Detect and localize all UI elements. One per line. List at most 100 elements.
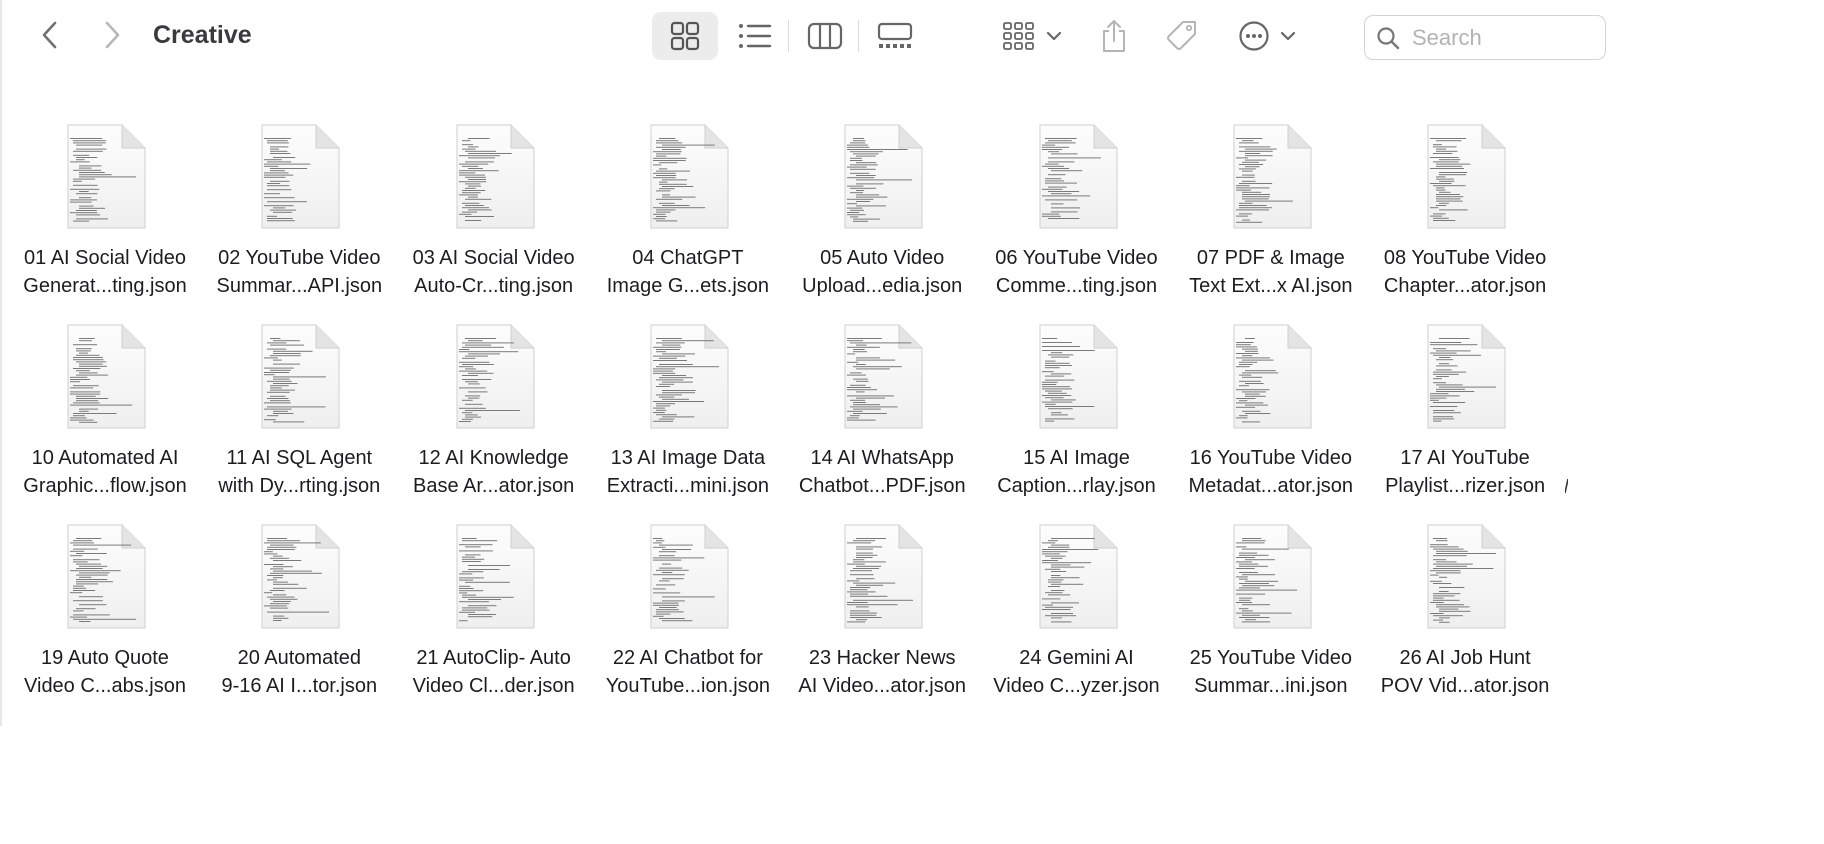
file-item[interactable]: 06 YouTube Video Comme...ting.json [980,122,1174,312]
tag-button[interactable] [1158,12,1206,60]
search-field[interactable] [1364,15,1606,60]
file-thumbnail[interactable] [649,124,729,230]
group-icon [1003,22,1034,50]
file-thumbnail[interactable] [1426,324,1506,430]
file-name[interactable]: 04 ChatGPT Image G...ets.json [591,244,785,300]
grid-icon [670,21,700,51]
file-name[interactable]: 16 YouTube Video Metadat...ator.json [1174,444,1368,500]
column-view-button[interactable] [792,12,858,60]
file-name[interactable]: 19 Auto Quote Video C...abs.json [8,644,202,700]
gallery-view-button[interactable] [862,12,928,60]
file-item[interactable]: 10 Automated AI Graphic...flow.json [8,322,202,512]
json-file-icon [456,524,535,629]
file-name-line: Base Ar...ator.json [412,475,575,497]
file-thumbnail[interactable] [260,124,340,230]
file-item[interactable]: 01 AI Social Video Generat...ting.json [8,122,202,312]
file-name[interactable]: 12 AI Knowledge Base Ar...ator.json [397,444,591,500]
file-thumbnail[interactable] [843,524,923,630]
file-name-line: 17 AI YouTube [1400,447,1530,469]
chevron-down-icon [1046,31,1062,41]
back-button[interactable] [30,14,70,56]
file-item[interactable]: 08 YouTube Video Chapter...ator.json [1368,122,1562,312]
file-name-line: Text Ext...x AI.json [1189,275,1353,297]
file-thumbnail[interactable] [455,524,535,630]
file-name[interactable]: 22 AI Chatbot for YouTube...ion.json [591,644,785,700]
file-thumbnail[interactable] [1232,124,1312,230]
file-thumbnail[interactable] [260,324,340,430]
file-item[interactable]: 15 AI Image Caption...rlay.json [980,322,1174,512]
file-thumbnail[interactable] [1232,324,1312,430]
forward-button[interactable] [92,14,132,56]
file-name[interactable]: 26 AI Job Hunt POV Vid...ator.json [1368,644,1562,700]
list-view-button[interactable] [722,12,788,60]
file-item[interactable]: 11 AI SQL Agent with Dy...rting.json [202,322,396,512]
file-name-line: 21 AutoClip- Auto [416,647,571,669]
file-item[interactable]: 23 Hacker News AI Video...ator.json [785,522,979,712]
file-item[interactable]: 04 ChatGPT Image G...ets.json [591,122,785,312]
file-item[interactable]: 05 Auto Video Upload...edia.json [785,122,979,312]
file-thumbnail[interactable] [1232,524,1312,630]
file-thumbnail[interactable] [1038,124,1118,230]
file-name[interactable]: 06 YouTube Video Comme...ting.json [980,244,1174,300]
file-item[interactable]: 17 AI YouTube Playlist...rizer.json [1368,322,1562,512]
file-name[interactable]: 10 Automated AI Graphic...flow.json [8,444,202,500]
file-item[interactable]: 26 AI Job Hunt POV Vid...ator.json [1368,522,1562,712]
file-name[interactable]: 11 AI SQL Agent with Dy...rting.json [202,444,396,500]
file-name[interactable]: 25 YouTube Video Summar...ini.json [1174,644,1368,700]
file-name-line: Video C...yzer.json [993,675,1160,697]
file-thumbnail[interactable] [260,524,340,630]
file-name[interactable]: 20 Automated 9-16 AI I...tor.json [202,644,396,700]
file-thumbnail[interactable] [1038,324,1118,430]
file-name[interactable]: 08 YouTube Video Chapter...ator.json [1368,244,1562,300]
file-item[interactable]: 21 AutoClip- Auto Video Cl...der.json [397,522,591,712]
search-input[interactable] [1412,24,1592,51]
file-item[interactable]: 12 AI Knowledge Base Ar...ator.json [397,322,591,512]
file-name-line: 19 Auto Quote [41,647,169,669]
file-name[interactable]: 05 Auto Video Upload...edia.json [785,244,979,300]
file-name[interactable]: 01 AI Social Video Generat...ting.json [8,244,202,300]
file-name[interactable]: 02 YouTube Video Summar...API.json [202,244,396,300]
file-name[interactable]: 21 AutoClip- Auto Video Cl...der.json [397,644,591,700]
file-thumbnail[interactable] [66,124,146,230]
file-thumbnail[interactable] [843,324,923,430]
file-thumbnail[interactable] [649,524,729,630]
json-file-icon [456,324,535,429]
share-button[interactable] [1092,12,1136,60]
file-thumbnail[interactable] [455,124,535,230]
file-item[interactable]: 24 Gemini AI Video C...yzer.json [980,522,1174,712]
file-item[interactable]: 20 Automated 9-16 AI I...tor.json [202,522,396,712]
file-thumbnail[interactable] [66,324,146,430]
file-name[interactable]: 07 PDF & Image Text Ext...x AI.json [1174,244,1368,300]
json-file-icon [844,524,923,629]
file-name[interactable]: 15 AI Image Caption...rlay.json [980,444,1174,500]
file-thumbnail[interactable] [1426,524,1506,630]
file-name[interactable]: 23 Hacker News AI Video...ator.json [785,644,979,700]
group-button[interactable] [996,12,1068,60]
file-item[interactable]: 13 AI Image Data Extracti...mini.json [591,322,785,512]
file-thumbnail[interactable] [455,324,535,430]
file-item[interactable]: 14 AI WhatsApp Chatbot...PDF.json [785,322,979,512]
file-name-line: with Dy...rting.json [218,475,381,497]
file-item[interactable]: 25 YouTube Video Summar...ini.json [1174,522,1368,712]
file-thumbnail[interactable] [649,324,729,430]
file-name[interactable]: 03 AI Social Video Auto-Cr...ting.json [397,244,591,300]
file-name-line: Metadat...ator.json [1188,475,1354,497]
json-file-icon [1427,524,1506,629]
file-name[interactable]: 14 AI WhatsApp Chatbot...PDF.json [785,444,979,500]
file-item[interactable]: 07 PDF & Image Text Ext...x AI.json [1174,122,1368,312]
file-item[interactable]: 22 AI Chatbot for YouTube...ion.json [591,522,785,712]
file-name[interactable]: 13 AI Image Data Extracti...mini.json [591,444,785,500]
file-item[interactable]: 19 Auto Quote Video C...abs.json [8,522,202,712]
file-thumbnail[interactable] [1038,524,1118,630]
file-item[interactable]: 03 AI Social Video Auto-Cr...ting.json [397,122,591,312]
file-item[interactable]: 16 YouTube Video Metadat...ator.json [1174,322,1368,512]
share-icon [1103,20,1125,52]
file-name[interactable]: 24 Gemini AI Video C...yzer.json [980,644,1174,700]
icon-view-button[interactable] [652,12,718,60]
file-thumbnail[interactable] [66,524,146,630]
file-item[interactable]: 02 YouTube Video Summar...API.json [202,122,396,312]
file-thumbnail[interactable] [843,124,923,230]
more-actions-button[interactable] [1232,12,1302,60]
file-thumbnail[interactable] [1426,124,1506,230]
file-name[interactable]: 17 AI YouTube Playlist...rizer.json [1368,444,1562,500]
